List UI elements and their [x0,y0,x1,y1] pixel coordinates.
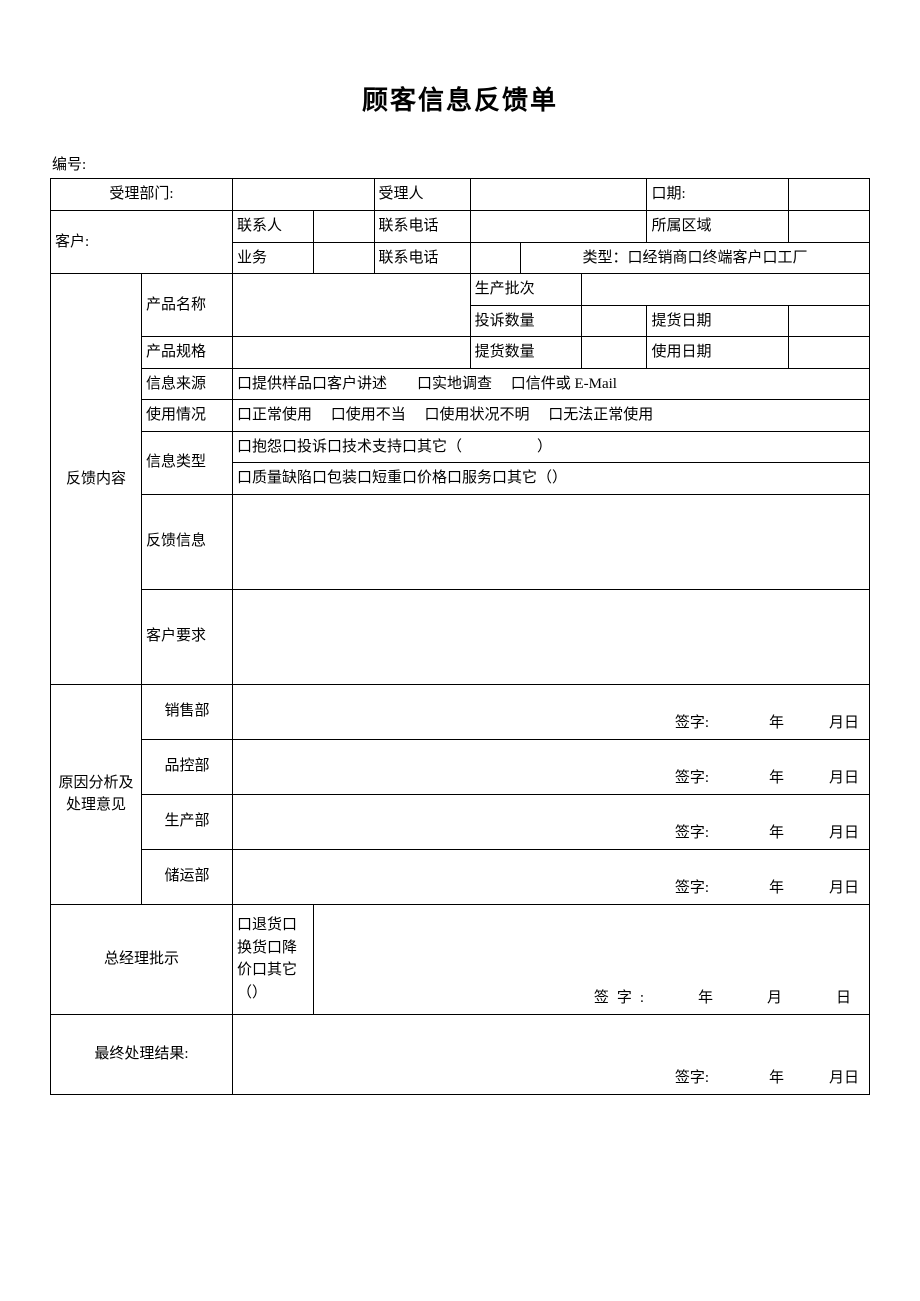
feedback-section-label: 反馈内容 [51,274,142,685]
use-date-label: 使用日期 [647,337,789,369]
usage-label: 使用情况 [141,400,232,432]
person-label: 受理人 [374,179,470,211]
date-label: 口期: [647,179,789,211]
final-sign[interactable]: 签字: 年 月日 [232,1014,869,1094]
phone1-label: 联系电话 [374,211,470,243]
batch-value[interactable] [581,274,869,306]
biz-label: 业务 [232,242,313,274]
product-spec-label: 产品规格 [141,337,232,369]
product-spec-value[interactable] [232,337,470,369]
contact-label: 联系人 [232,211,313,243]
pickup-date-value[interactable] [789,305,870,337]
prod-label: 生产部 [141,794,232,849]
pickup-qty-value[interactable] [581,337,647,369]
phone1-value[interactable] [470,211,647,243]
prod-sign[interactable]: 签字: 年 月日 [232,794,869,849]
batch-label: 生产批次 [470,274,581,306]
biz-value[interactable] [313,242,374,274]
analysis-section-label: 原因分析及处理意见 [51,684,142,904]
dept-value[interactable] [232,179,374,211]
feedback-info-label: 反馈信息 [141,494,232,589]
usage-value: 口正常使用 口使用不当 口使用状况不明 口无法正常使用 [232,400,869,432]
product-name-value[interactable] [232,274,470,337]
page-title: 顾客信息反馈单 [50,80,870,117]
phone2-value[interactable] [470,242,521,274]
product-name-label: 产品名称 [141,274,232,337]
info-type-line1: 口抱怨口投诉口技术支持口其它（ ） [232,431,869,463]
region-value[interactable] [789,211,870,243]
contact-value[interactable] [313,211,374,243]
sales-sign[interactable]: 签字: 年 月日 [232,684,869,739]
gm-label: 总经理批示 [51,904,233,1014]
type-label: 类型：口经销商口终端客户口工厂 [521,242,870,274]
customer-req-value[interactable] [232,589,869,684]
dept-label: 受理部门: [51,179,233,211]
complaint-qty-label: 投诉数量 [470,305,581,337]
complaint-qty-value[interactable] [581,305,647,337]
info-type-line2: 口质量缺陷口包装口短重口价格口服务口其它（） [232,463,869,495]
final-label: 最终处理结果: [51,1014,233,1094]
use-date-value[interactable] [789,337,870,369]
serial-label: 编号: [50,153,870,174]
feedback-info-value[interactable] [232,494,869,589]
info-source-value: 口提供样品口客户讲述 口实地调查 口信件或 E-Mail [232,368,869,400]
date-value[interactable] [789,179,870,211]
info-source-label: 信息来源 [141,368,232,400]
info-type-label: 信息类型 [141,431,232,494]
person-value[interactable] [470,179,647,211]
customer-req-label: 客户要求 [141,589,232,684]
qc-sign[interactable]: 签字: 年 月日 [232,739,869,794]
pickup-qty-label: 提货数量 [470,337,581,369]
pickup-date-label: 提货日期 [647,305,789,337]
customer-label: 客户: [51,211,233,274]
logistics-sign[interactable]: 签字: 年 月日 [232,849,869,904]
sales-label: 销售部 [141,684,232,739]
region-label: 所属区域 [647,211,789,243]
gm-options: 口退货口换货口降价口其它（） [232,904,313,1014]
phone2-label: 联系电话 [374,242,470,274]
logistics-label: 储运部 [141,849,232,904]
qc-label: 品控部 [141,739,232,794]
feedback-form-table: 受理部门: 受理人 口期: 客户: 联系人 联系电话 所属区域 业务 联系电话 … [50,178,870,1095]
gm-sign[interactable]: 签字: 年 月 日 [313,904,869,1014]
